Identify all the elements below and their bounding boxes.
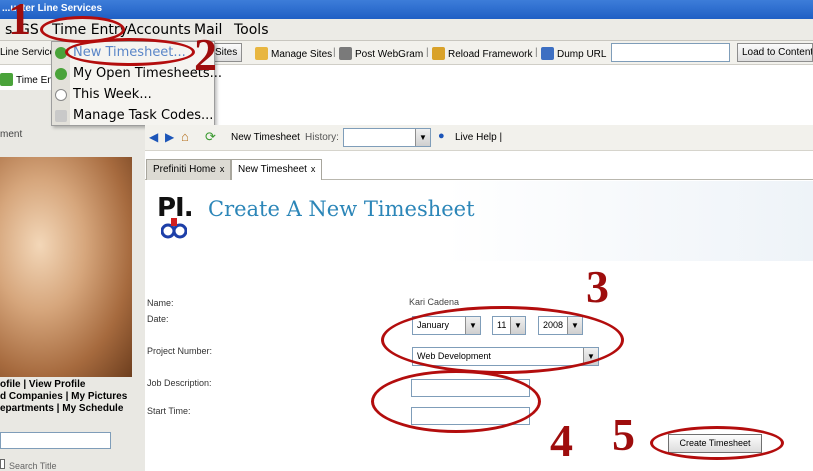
- manage-sites-label: Manage Sites: [271, 49, 333, 60]
- annotation-number-2: 2: [194, 29, 217, 80]
- tab-new-timesheet[interactable]: New Timesheet x: [231, 159, 323, 180]
- content-navbar: ◀ ▶ ⌂ ⟳ New Timesheet History: ▼ ● Live …: [145, 125, 813, 151]
- history-value: [344, 128, 348, 142]
- page-header: [145, 181, 813, 261]
- menu-accounts[interactable]: Accounts: [127, 22, 191, 38]
- date-label: Date:: [147, 314, 169, 324]
- truck-icon: [541, 47, 554, 60]
- reload-framework-button[interactable]: Reload Framework: [432, 47, 532, 60]
- search-title-label: Search Title: [9, 461, 57, 471]
- annotation-ring-5: [650, 426, 784, 460]
- tab-new-timesheet-label: New Timesheet: [238, 164, 307, 175]
- content-tabs: Prefiniti Home x New Timesheet x: [145, 155, 813, 180]
- live-help-link[interactable]: Live Help |: [455, 132, 502, 143]
- current-page-label: New Timesheet: [231, 132, 300, 143]
- tab-close-icon[interactable]: x: [311, 164, 316, 174]
- refresh-icon[interactable]: ⟳: [205, 129, 216, 145]
- name-label: Name:: [147, 298, 174, 308]
- back-arrow-icon[interactable]: ◀: [149, 130, 158, 144]
- annotation-number-4: 4: [550, 415, 573, 466]
- department-links[interactable]: epartments | My Schedule: [0, 403, 123, 414]
- manage-sites-button[interactable]: Manage Sites: [255, 47, 332, 60]
- reload-framework-label: Reload Framework: [448, 49, 533, 60]
- speaker-icon: [339, 47, 352, 60]
- url-input[interactable]: [611, 43, 730, 62]
- profile-links[interactable]: ofile | View Profile: [0, 379, 85, 390]
- project-number-label: Project Number:: [147, 346, 213, 356]
- menu-manage-task-codes-label: Manage Task Codes...: [73, 108, 214, 123]
- time-entry-shortcut-label: Time En: [16, 75, 53, 86]
- toolbar-separator: |: [333, 47, 336, 58]
- search-title-checkbox[interactable]: [0, 459, 5, 469]
- task-codes-icon: [55, 110, 67, 122]
- post-webgram-label: Post WebGram: [355, 49, 424, 60]
- menu-this-week-label: This Week...: [73, 87, 152, 102]
- name-value: Kari Cadena: [409, 297, 460, 307]
- window-title-bar: ...uster Line Services: [0, 0, 813, 19]
- logo-rings-icon: [161, 218, 187, 239]
- history-dropdown-arrow[interactable]: ▼: [415, 129, 430, 146]
- job-description-label: Job Description:: [147, 378, 212, 388]
- history-select[interactable]: ▼: [343, 128, 431, 147]
- annotation-number-5: 5: [612, 409, 635, 460]
- home-icon[interactable]: ⌂: [181, 129, 189, 144]
- dump-url-button[interactable]: Dump URL: [541, 47, 606, 60]
- annotation-number-3: 3: [586, 261, 609, 312]
- load-to-content-button[interactable]: Load to Content: [737, 43, 813, 62]
- clock-icon: [55, 89, 67, 101]
- left-panel-title: ment: [0, 129, 23, 140]
- time-entry-shortcut[interactable]: Time En: [0, 73, 53, 86]
- menu-tools[interactable]: Tools: [234, 22, 269, 38]
- annotation-ring-4: [371, 370, 541, 433]
- page-title: Create A New Timesheet: [208, 197, 475, 221]
- toolbar-separator: |: [535, 47, 538, 58]
- tab-prefiniti-home[interactable]: Prefiniti Home x: [146, 159, 232, 180]
- go-arrow-icon: [0, 73, 13, 86]
- manage-sites-icon: [255, 47, 268, 60]
- open-timesheets-icon: [55, 68, 67, 80]
- start-time-label: Start Time:: [147, 406, 191, 416]
- toolbar-separator: |: [426, 47, 429, 58]
- left-search-input[interactable]: [0, 432, 111, 449]
- companies-links[interactable]: d Companies | My Pictures: [0, 391, 127, 402]
- menu-this-week[interactable]: This Week...: [52, 85, 214, 106]
- history-label: History:: [305, 132, 339, 143]
- dump-url-label: Dump URL: [557, 49, 607, 60]
- annotation-ring-2: [65, 38, 195, 66]
- forward-arrow-icon[interactable]: ▶: [165, 130, 174, 144]
- tab-close-icon[interactable]: x: [220, 164, 225, 174]
- post-webgram-button[interactable]: Post WebGram: [339, 47, 423, 60]
- tab-prefiniti-home-label: Prefiniti Home: [153, 164, 216, 175]
- wand-icon: [432, 47, 445, 60]
- menu-my-open-timesheets[interactable]: My Open Timesheets...: [52, 64, 222, 85]
- help-icon[interactable]: ●: [438, 130, 445, 142]
- annotation-ring-3: [381, 306, 624, 374]
- menu-manage-task-codes[interactable]: Manage Task Codes...: [52, 106, 214, 127]
- profile-photo: [0, 157, 132, 377]
- annotation-number-1: 1: [8, 0, 31, 44]
